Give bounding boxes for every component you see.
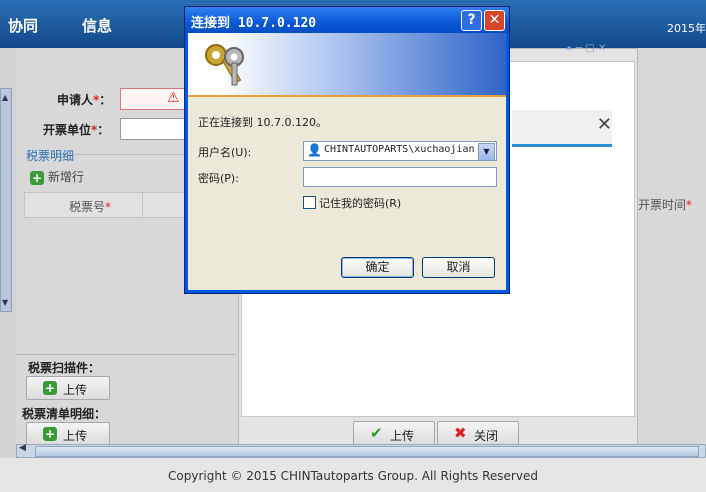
dialog-titlebar[interactable]: 连接到 10.7.0.120 ? ✕ xyxy=(185,7,509,33)
nav-item-info[interactable]: 信息 xyxy=(82,15,112,36)
help-button[interactable]: ? xyxy=(461,10,482,31)
password-field[interactable] xyxy=(303,167,497,187)
add-row-label: 新增行 xyxy=(47,170,84,184)
left-scrollbar[interactable]: ▲ ▼ xyxy=(0,88,12,312)
list-upload-button[interactable]: + 上传 xyxy=(26,422,110,446)
password-label: 密码(P): xyxy=(198,172,239,185)
applicant-input[interactable]: ⚠ xyxy=(120,88,186,110)
add-icon: + xyxy=(30,170,44,185)
dialog-title: 连接到 10.7.0.120 xyxy=(191,16,317,31)
panel-close-label: 关闭 xyxy=(474,429,499,443)
add-row-button[interactable]: + 新增行 xyxy=(30,168,84,185)
column-divider xyxy=(142,193,143,217)
section-title: 税票明细 xyxy=(26,149,75,163)
col-invoice-no: 税票号* xyxy=(69,200,112,214)
connect-dialog: 连接到 10.7.0.120 ? ✕ 正在连接到 10.7.0.120。 用户名… xyxy=(184,6,510,294)
add-icon: + xyxy=(43,380,57,395)
nav-item-collaboration[interactable]: 协同 xyxy=(8,15,38,36)
remember-checkbox[interactable] xyxy=(303,196,316,209)
panel-upload-label: 上传 xyxy=(390,429,415,443)
scroll-thumb[interactable] xyxy=(35,446,699,457)
username-combobox[interactable]: 👤 CHINTAUTOPARTS\xuchaojian ▼ xyxy=(303,141,497,161)
list-upload-label: 上传 xyxy=(63,429,88,443)
col-invoice-time: 开票时间* xyxy=(638,198,693,212)
invoice-unit-label: 开票单位*： xyxy=(43,123,110,137)
keys-icon xyxy=(205,44,244,86)
close-button[interactable]: ✕ xyxy=(484,10,505,31)
dialog-body: 正在连接到 10.7.0.120。 用户名(U): 👤 CHINTAUTOPAR… xyxy=(188,97,506,290)
chevron-down-icon[interactable]: ▼ xyxy=(478,143,495,161)
check-icon: ✔ xyxy=(370,424,383,442)
connect-message: 正在连接到 10.7.0.120。 xyxy=(198,116,327,129)
horizontal-scrollbar[interactable]: ◀ xyxy=(16,443,706,458)
chevron-up-icon: ▲ xyxy=(2,93,9,102)
copyright-text: Copyright © 2015 CHINTautoparts Group. A… xyxy=(168,469,538,483)
warning-icon: ⚠ xyxy=(167,90,180,106)
username-value: CHINTAUTOPARTS\xuchaojian xyxy=(324,144,474,155)
applicant-label: 申请人*： xyxy=(57,93,112,107)
remember-label: 记住我的密码(R) xyxy=(319,197,402,210)
dialog-banner xyxy=(188,33,506,97)
row-divider xyxy=(16,354,236,355)
add-icon: + xyxy=(43,426,57,441)
chevron-down-icon: ▼ xyxy=(2,298,9,307)
cross-icon: ✖ xyxy=(454,424,467,442)
inner-header: ✕ xyxy=(512,110,612,147)
close-icon[interactable]: ✕ xyxy=(597,114,612,135)
user-icon: 👤 xyxy=(307,143,322,157)
list-detail-label: 税票清单明细： xyxy=(22,407,107,421)
footer: Copyright © 2015 CHINTautoparts Group. A… xyxy=(0,458,706,492)
window-controls-icon[interactable]: ⏶ ─ □ ✕ xyxy=(565,43,606,54)
scan-upload-label: 上传 xyxy=(63,383,88,397)
chevron-left-icon: ◀ xyxy=(19,443,26,453)
cancel-button[interactable]: 取消 xyxy=(422,257,495,278)
invoice-unit-input[interactable] xyxy=(120,118,186,140)
scan-upload-button[interactable]: + 上传 xyxy=(26,376,110,400)
ok-button[interactable]: 确定 xyxy=(341,257,414,278)
header-year: 2015年 xyxy=(667,22,706,35)
username-label: 用户名(U): xyxy=(198,146,252,159)
scan-label: 税票扫描件： xyxy=(28,361,101,375)
